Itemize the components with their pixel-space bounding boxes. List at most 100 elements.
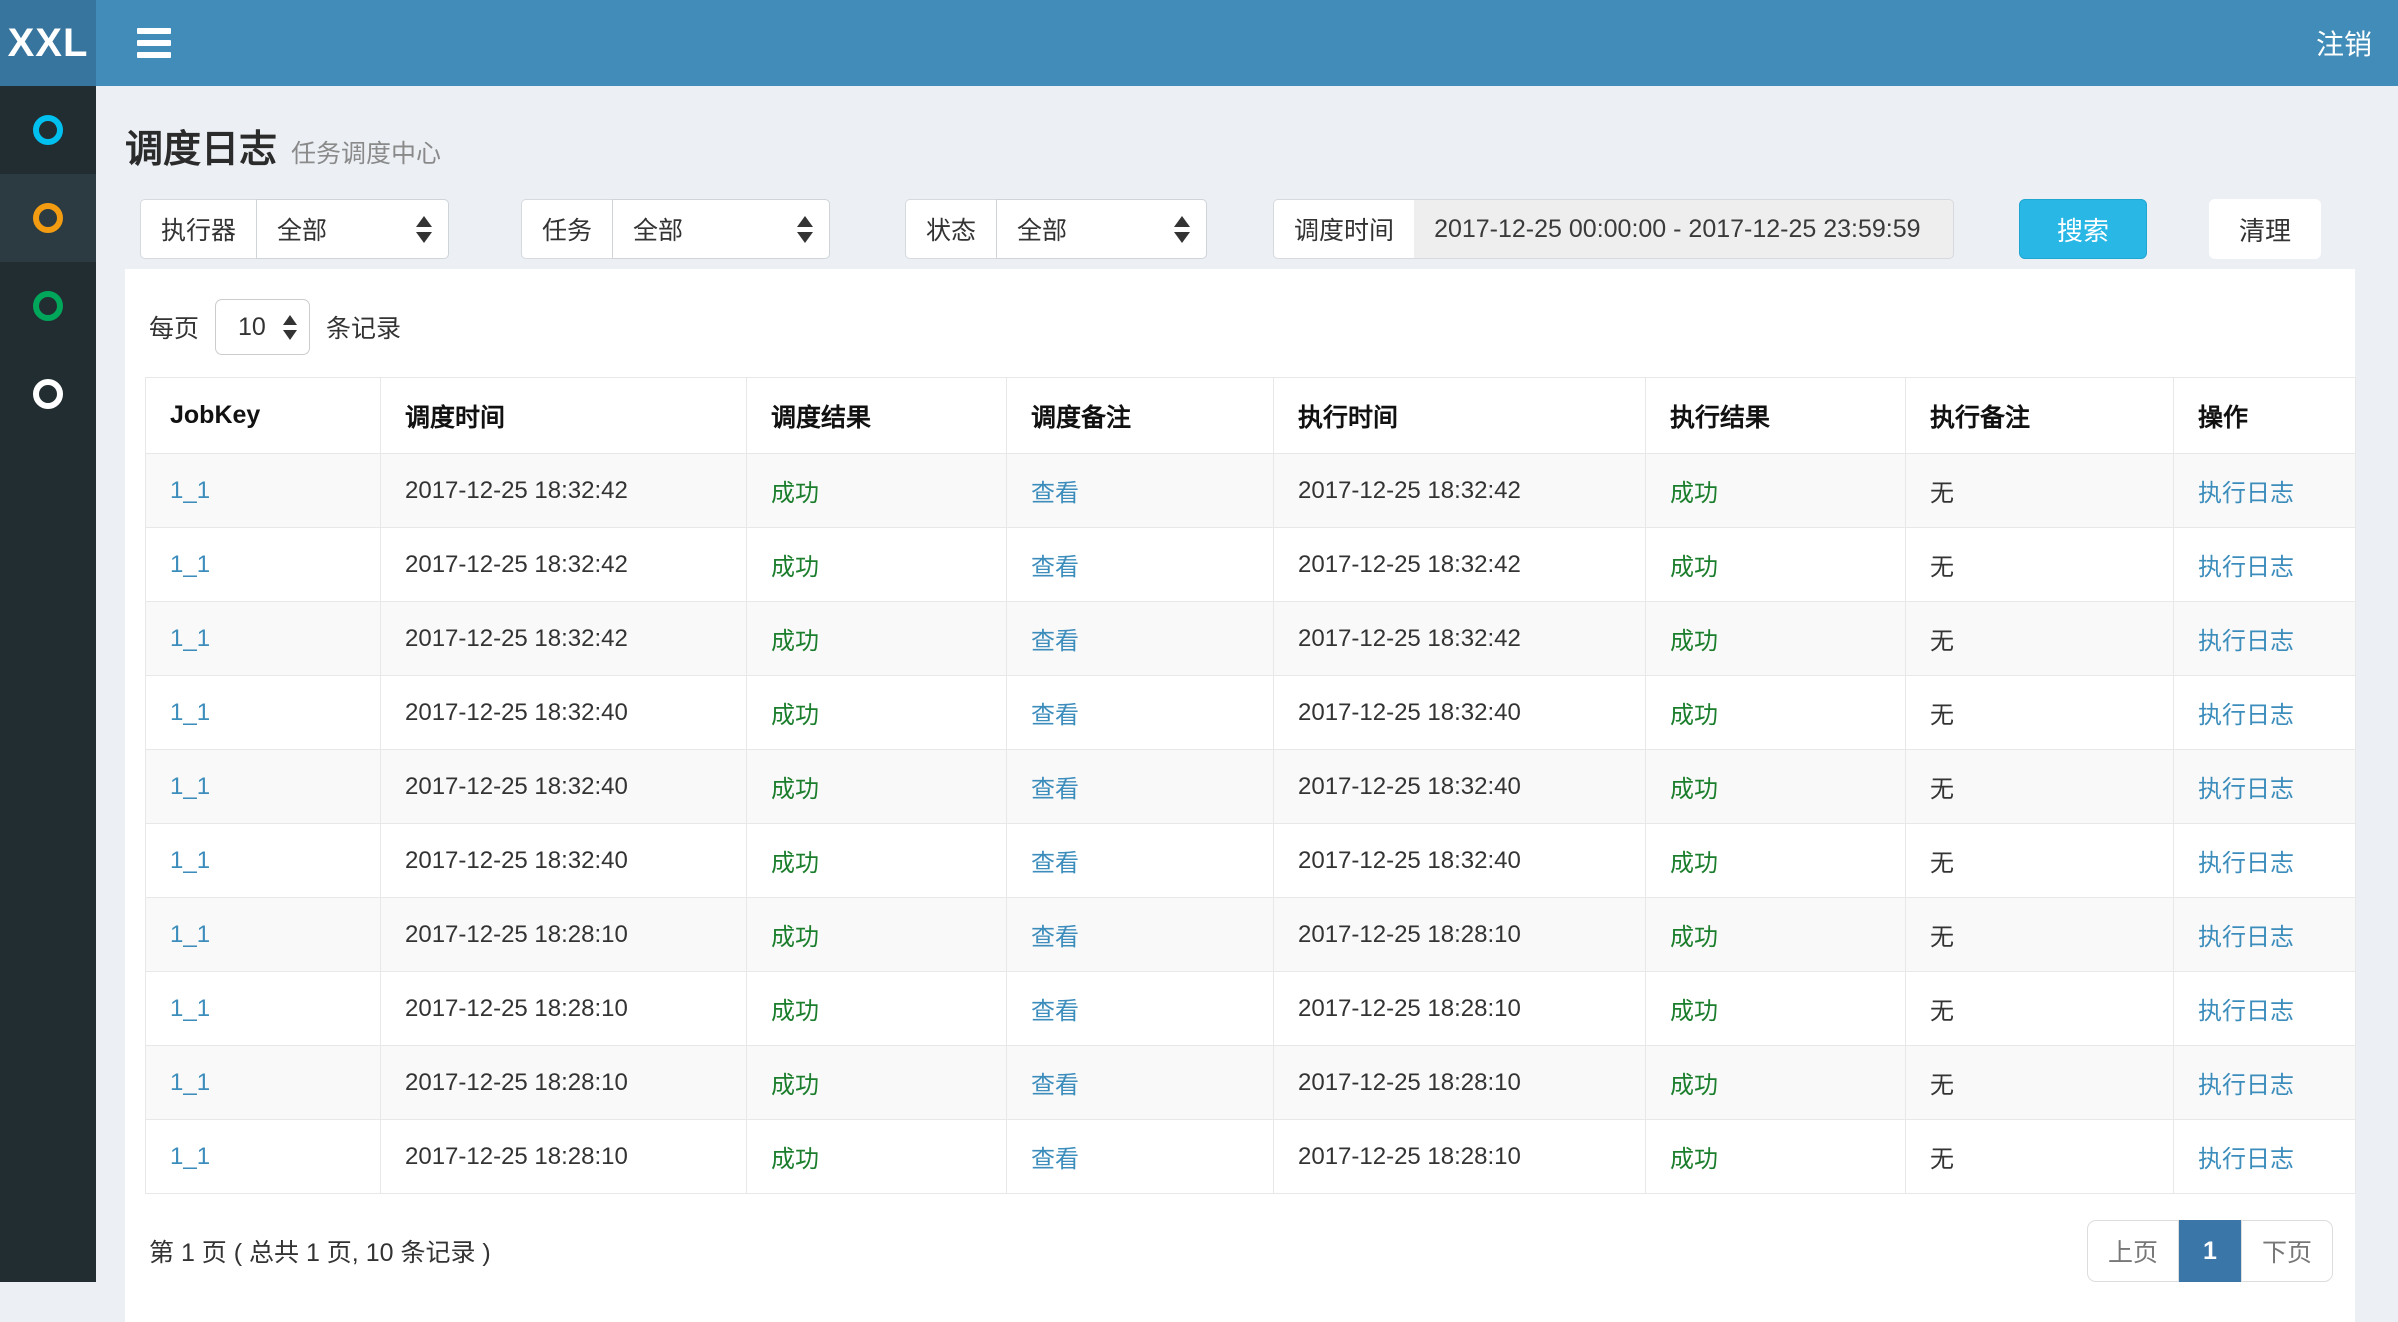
trigger-msg-view-link-container: 查看: [1007, 750, 1274, 824]
jobkey-link[interactable]: 1_1: [170, 921, 210, 948]
handle-msg-cell-container: 无: [1906, 824, 2174, 898]
jobkey-link[interactable]: 1_1: [170, 1069, 210, 1096]
handle-result-cell-container: 成功: [1646, 1120, 1906, 1194]
handle-time-cell: 2017-12-25 18:32:42: [1298, 477, 1521, 504]
table-row: 1_12017-12-25 18:28:10成功查看2017-12-25 18:…: [146, 972, 2356, 1046]
trigger-msg-view-link[interactable]: 查看: [1031, 480, 1079, 507]
handle-msg-cell: 无: [1930, 554, 1954, 581]
hamburger-icon: [137, 40, 171, 46]
trigger-time-cell: 2017-12-25 18:32:42: [405, 477, 628, 504]
jobkey-link[interactable]: 1_1: [170, 995, 210, 1022]
status-select[interactable]: 全部: [996, 199, 1207, 259]
sidebar-item-1[interactable]: [0, 86, 96, 174]
execute-log-link[interactable]: 执行日志: [2198, 776, 2294, 803]
jobkey-link[interactable]: 1_1: [170, 551, 210, 578]
trigger-msg-view-link[interactable]: 查看: [1031, 628, 1079, 655]
current-page-button[interactable]: 1: [2179, 1220, 2241, 1282]
trigger-time-cell: 2017-12-25 18:28:10: [405, 995, 628, 1022]
handle-result-cell-container: 成功: [1646, 676, 1906, 750]
execute-log-link-container: 执行日志: [2174, 602, 2356, 676]
handle-result-cell: 成功: [1670, 924, 1718, 951]
column-header: 调度备注: [1007, 378, 1274, 454]
trigger-msg-view-link[interactable]: 查看: [1031, 924, 1079, 951]
sidebar-toggle-button[interactable]: [124, 13, 184, 73]
handle-result-cell-container: 成功: [1646, 824, 1906, 898]
executor-select[interactable]: 全部: [256, 199, 449, 259]
trigger-msg-view-link[interactable]: 查看: [1031, 998, 1079, 1025]
jobkey-link[interactable]: 1_1: [170, 1143, 210, 1170]
handle-msg-cell: 无: [1930, 702, 1954, 729]
app-logo[interactable]: XXL: [0, 0, 96, 86]
jobkey-link-container: 1_1: [146, 750, 381, 824]
execute-log-link-container: 执行日志: [2174, 676, 2356, 750]
trigger-time-range-input[interactable]: 2017-12-25 00:00:00 - 2017-12-25 23:59:5…: [1414, 199, 1954, 259]
content-area: 调度日志 任务调度中心 执行器 全部 任务 全部 状态 全部 调度时: [96, 86, 2398, 1282]
execute-log-link[interactable]: 执行日志: [2198, 850, 2294, 877]
trigger-result-cell-container: 成功: [747, 528, 1007, 602]
status-filter-group: 状态 全部: [905, 199, 1207, 259]
jobkey-link[interactable]: 1_1: [170, 699, 210, 726]
trigger-result-cell-container: 成功: [747, 602, 1007, 676]
handle-time-cell: 2017-12-25 18:32:42: [1298, 551, 1521, 578]
jobkey-link-container: 1_1: [146, 1046, 381, 1120]
table-row: 1_12017-12-25 18:32:40成功查看2017-12-25 18:…: [146, 676, 2356, 750]
execute-log-link[interactable]: 执行日志: [2198, 998, 2294, 1025]
clear-button[interactable]: 清理: [2209, 199, 2321, 259]
trigger-msg-view-link[interactable]: 查看: [1031, 1072, 1079, 1099]
sidebar-item-2[interactable]: [0, 174, 96, 262]
trigger-time-cell: 2017-12-25 18:32:40: [405, 773, 628, 800]
trigger-msg-view-link[interactable]: 查看: [1031, 702, 1079, 729]
logout-link[interactable]: 注销: [2316, 23, 2372, 63]
page-size-prefix: 每页: [149, 309, 199, 345]
handle-msg-cell-container: 无: [1906, 528, 2174, 602]
next-page-button[interactable]: 下页: [2241, 1220, 2333, 1282]
handle-msg-cell-container: 无: [1906, 454, 2174, 528]
sidebar-item-3[interactable]: [0, 262, 96, 350]
trigger-msg-view-link[interactable]: 查看: [1031, 554, 1079, 581]
job-label: 任务: [521, 199, 612, 259]
trigger-msg-view-link[interactable]: 查看: [1031, 1146, 1079, 1173]
jobkey-link[interactable]: 1_1: [170, 477, 210, 504]
job-select-value: 全部: [633, 211, 683, 247]
column-header: 执行时间: [1274, 378, 1646, 454]
trigger-msg-view-link[interactable]: 查看: [1031, 850, 1079, 877]
prev-page-button[interactable]: 上页: [2087, 1220, 2179, 1282]
trigger-msg-view-link-container: 查看: [1007, 898, 1274, 972]
execute-log-link[interactable]: 执行日志: [2198, 480, 2294, 507]
select-spinner-icon: [283, 315, 297, 340]
status-select-value: 全部: [1017, 211, 1067, 247]
trigger-time-cell-container: 2017-12-25 18:32:40: [381, 676, 747, 750]
page-size-control: 每页 10 条记录: [145, 291, 2335, 377]
handle-time-cell: 2017-12-25 18:32:40: [1298, 773, 1521, 800]
executor-select-value: 全部: [277, 211, 327, 247]
sidebar-item-4[interactable]: [0, 350, 96, 438]
table-row: 1_12017-12-25 18:32:42成功查看2017-12-25 18:…: [146, 528, 2356, 602]
select-spinner-icon: [797, 216, 813, 243]
filter-toolbar: 执行器 全部 任务 全部 状态 全部 调度时间 2017-12-25 00:00…: [140, 199, 2398, 259]
job-select[interactable]: 全部: [612, 199, 830, 259]
jobkey-link[interactable]: 1_1: [170, 625, 210, 652]
handle-msg-cell-container: 无: [1906, 676, 2174, 750]
execute-log-link[interactable]: 执行日志: [2198, 628, 2294, 655]
execute-log-link[interactable]: 执行日志: [2198, 702, 2294, 729]
jobkey-link[interactable]: 1_1: [170, 773, 210, 800]
trigger-time-cell-container: 2017-12-25 18:32:42: [381, 528, 747, 602]
execute-log-link[interactable]: 执行日志: [2198, 924, 2294, 951]
trigger-time-cell: 2017-12-25 18:28:10: [405, 1069, 628, 1096]
handle-result-cell: 成功: [1670, 1146, 1718, 1173]
trigger-result-cell-container: 成功: [747, 1046, 1007, 1120]
trigger-msg-view-link[interactable]: 查看: [1031, 776, 1079, 803]
handle-msg-cell: 无: [1930, 850, 1954, 877]
pagination: 上页 1 下页: [2087, 1220, 2333, 1282]
navbar-body: 注销: [96, 0, 2398, 86]
execute-log-link[interactable]: 执行日志: [2198, 1072, 2294, 1099]
table-row: 1_12017-12-25 18:32:42成功查看2017-12-25 18:…: [146, 602, 2356, 676]
search-button[interactable]: 搜索: [2019, 199, 2147, 259]
sidebar: [0, 86, 96, 1282]
execute-log-link[interactable]: 执行日志: [2198, 554, 2294, 581]
trigger-result-cell-container: 成功: [747, 1120, 1007, 1194]
jobkey-link-container: 1_1: [146, 454, 381, 528]
execute-log-link[interactable]: 执行日志: [2198, 1146, 2294, 1173]
jobkey-link[interactable]: 1_1: [170, 847, 210, 874]
page-size-select[interactable]: 10: [215, 299, 310, 355]
